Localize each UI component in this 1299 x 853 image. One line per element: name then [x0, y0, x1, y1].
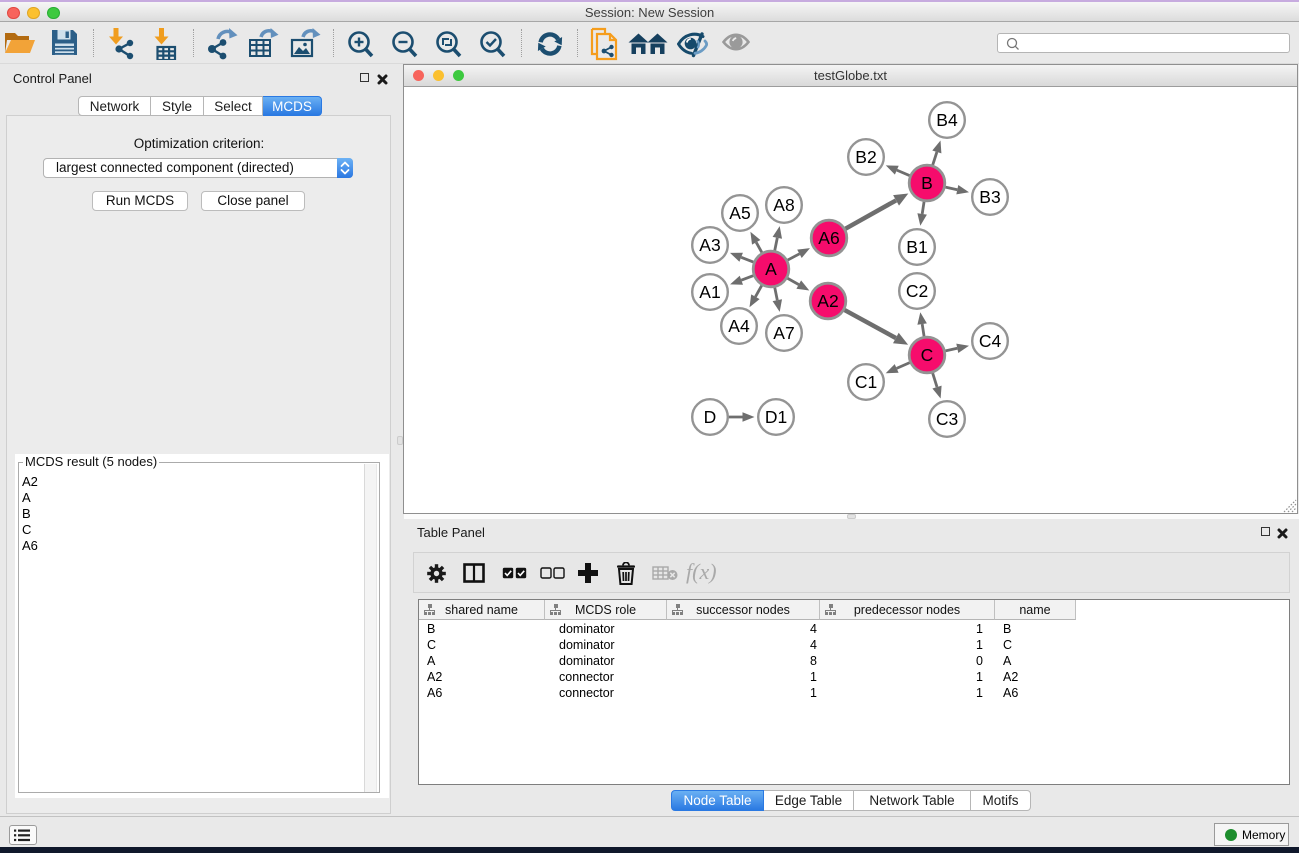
svg-text:D: D	[704, 407, 717, 427]
svg-text:C2: C2	[906, 281, 928, 301]
svg-text:C: C	[921, 345, 934, 365]
svg-text:A4: A4	[728, 316, 750, 336]
svg-text:B3: B3	[979, 187, 1000, 207]
svg-text:A5: A5	[729, 203, 750, 223]
svg-text:B4: B4	[936, 110, 958, 130]
svg-text:A3: A3	[699, 235, 720, 255]
svg-text:B: B	[921, 173, 933, 193]
svg-text:A7: A7	[773, 323, 794, 343]
svg-text:A6: A6	[818, 228, 839, 248]
svg-text:C1: C1	[855, 372, 877, 392]
svg-text:B1: B1	[906, 237, 927, 257]
svg-text:D1: D1	[765, 407, 787, 427]
svg-text:C4: C4	[979, 331, 1002, 351]
svg-text:A2: A2	[817, 291, 838, 311]
svg-text:A: A	[765, 259, 777, 279]
svg-text:C3: C3	[936, 409, 958, 429]
svg-text:A8: A8	[773, 195, 794, 215]
svg-text:A1: A1	[699, 282, 720, 302]
svg-text:B2: B2	[855, 147, 876, 167]
